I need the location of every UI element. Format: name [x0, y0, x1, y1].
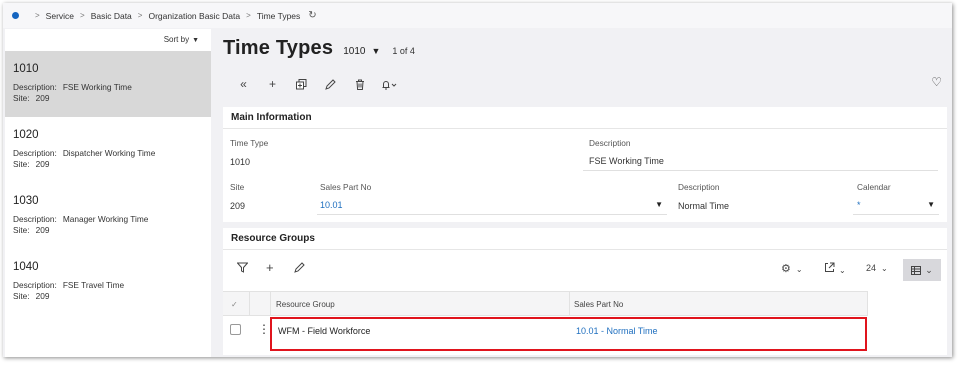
column-header-sales-part-no[interactable]: Sales Part No — [574, 300, 623, 309]
highlight-annotation-box — [270, 317, 867, 351]
grid-toolbar: + ⚙ ⌄ ⌄ 24 ⌄ ⌄ — [223, 259, 947, 284]
description-label: Description: — [13, 280, 57, 290]
home-icon[interactable] — [12, 12, 19, 19]
description-label: Description: — [13, 214, 57, 224]
sales-part-no-field[interactable]: 10.01 ▼ — [317, 193, 667, 215]
description-label: Description: — [13, 82, 57, 92]
site-label: Site: — [13, 92, 30, 103]
delete-icon[interactable] — [345, 75, 374, 93]
record-site: 209 — [35, 92, 50, 103]
site-label: Site: — [13, 224, 30, 235]
list-item[interactable]: 1020 Description: Dispatcher Working Time… — [5, 117, 211, 183]
section-heading: Main Information — [223, 107, 947, 129]
select-all-check-icon[interactable]: ✓ — [231, 300, 238, 309]
breadcrumb-item-service[interactable]: Service — [46, 11, 74, 21]
breadcrumb-item-basic-data[interactable]: Basic Data — [91, 11, 132, 21]
list-item[interactable]: 1010 Description: FSE Working Time Site: 2… — [5, 51, 211, 117]
export-icon[interactable]: ⌄ — [824, 262, 846, 276]
table-header: ✓ Resource Group Sales Part No — [223, 291, 868, 316]
caret-down-icon[interactable]: ▼ — [371, 46, 380, 56]
detail-panel: Time Types 1010 ▼ 1 of 4 « + ♡ Main Info… — [213, 29, 952, 357]
caret-down-icon: ▼ — [192, 37, 199, 44]
page-size-value: 24 — [866, 263, 877, 273]
description-field[interactable]: FSE Working Time — [583, 149, 938, 171]
sort-by-control[interactable]: Sort by ▼ — [5, 29, 211, 51]
site-label: Site — [230, 182, 245, 192]
collapse-left-icon[interactable]: « — [229, 75, 258, 93]
record-key-selector[interactable]: 1010 — [343, 46, 365, 57]
duplicate-icon[interactable] — [287, 75, 316, 93]
refresh-icon[interactable]: ↻ — [308, 10, 316, 21]
record-description: Dispatcher Working Time — [62, 148, 156, 158]
filter-icon[interactable] — [236, 262, 249, 276]
breadcrumb-item-time-types: Time Types — [256, 10, 301, 21]
record-code: 1030 — [13, 195, 39, 207]
description-value: FSE Working Time — [589, 156, 664, 166]
gear-icon[interactable]: ⚙ ⌄ — [781, 262, 803, 275]
record-site: 209 — [35, 290, 50, 301]
page-size-selector[interactable]: 24 ⌄ — [866, 263, 888, 273]
caret-down-icon[interactable]: ▼ — [927, 200, 935, 209]
record-site: 209 — [35, 224, 50, 235]
calendar-field[interactable]: * ▼ — [853, 193, 939, 215]
time-type-value: 1010 — [230, 157, 251, 167]
record-site: 209 — [35, 158, 50, 169]
main-information-section: Main Information Time Type 1010 Descript… — [223, 107, 947, 222]
time-type-label: Time Type — [230, 138, 269, 148]
breadcrumb: > Service > Basic Data > Organization Ba… — [3, 3, 952, 28]
calendar-value[interactable]: * — [857, 200, 861, 210]
breadcrumb-item-org-basic-data[interactable]: Organization Basic Data — [148, 11, 240, 21]
list-item[interactable]: 1040 Description: FSE Travel Time Site: 20… — [5, 249, 211, 315]
sort-by-label: Sort by — [163, 35, 190, 44]
record-code: 1040 — [13, 261, 39, 273]
favorite-heart-icon[interactable]: ♡ — [931, 75, 942, 89]
command-toolbar: « + — [229, 75, 403, 93]
table-row[interactable]: ⋮ WFM - Field Workforce 10.01 - Normal T… — [223, 316, 947, 351]
sales-part-no-label: Sales Part No — [320, 182, 372, 192]
chevron-right-icon: > — [137, 11, 143, 20]
record-list: Sort by ▼ 1010 Description: FSE Working Ti… — [5, 29, 211, 357]
record-code: 1020 — [13, 129, 39, 141]
description-label: Description — [589, 138, 631, 148]
column-header-resource-group[interactable]: Resource Group — [276, 300, 335, 309]
edit-icon[interactable] — [316, 75, 345, 93]
sp-description-label: Description — [678, 182, 720, 192]
add-icon[interactable]: + — [258, 75, 287, 93]
more-options-icon[interactable]: ⋮ — [258, 322, 270, 336]
edit-icon[interactable] — [294, 262, 305, 276]
chevron-right-icon: > — [246, 11, 251, 20]
page-title: Time Types — [223, 37, 334, 59]
list-item[interactable]: 1030 Description: Manager Working Time Si… — [5, 183, 211, 249]
record-counter: 1 of 4 — [392, 46, 415, 56]
description-label: Description: — [13, 148, 57, 158]
sp-description-value: Normal Time — [678, 201, 730, 211]
section-heading: Resource Groups — [223, 228, 947, 250]
record-code: 1010 — [13, 63, 39, 75]
site-label: Site: — [13, 290, 30, 301]
sales-part-no-value[interactable]: 10.01 — [320, 200, 343, 210]
record-description: Manager Working Time — [62, 214, 149, 224]
site-value: 209 — [230, 201, 246, 211]
add-icon[interactable]: + — [266, 260, 274, 275]
calendar-label: Calendar — [857, 182, 891, 192]
resource-groups-section: Resource Groups + ⚙ ⌄ ⌄ 24 ⌄ ⌄ ✓ Resourc… — [223, 228, 947, 355]
chevron-right-icon: > — [35, 11, 40, 20]
record-description: FSE Working Time — [62, 82, 132, 92]
app-window: > Service > Basic Data > Organization Ba… — [3, 3, 952, 357]
site-label: Site: — [13, 158, 30, 169]
chevron-right-icon: > — [80, 11, 85, 20]
row-checkbox[interactable] — [230, 324, 241, 335]
caret-down-icon[interactable]: ▼ — [655, 200, 663, 209]
table-view-toggle[interactable]: ⌄ — [903, 259, 941, 281]
record-description: FSE Travel Time — [62, 280, 125, 290]
notification-bell-icon[interactable] — [374, 75, 403, 93]
